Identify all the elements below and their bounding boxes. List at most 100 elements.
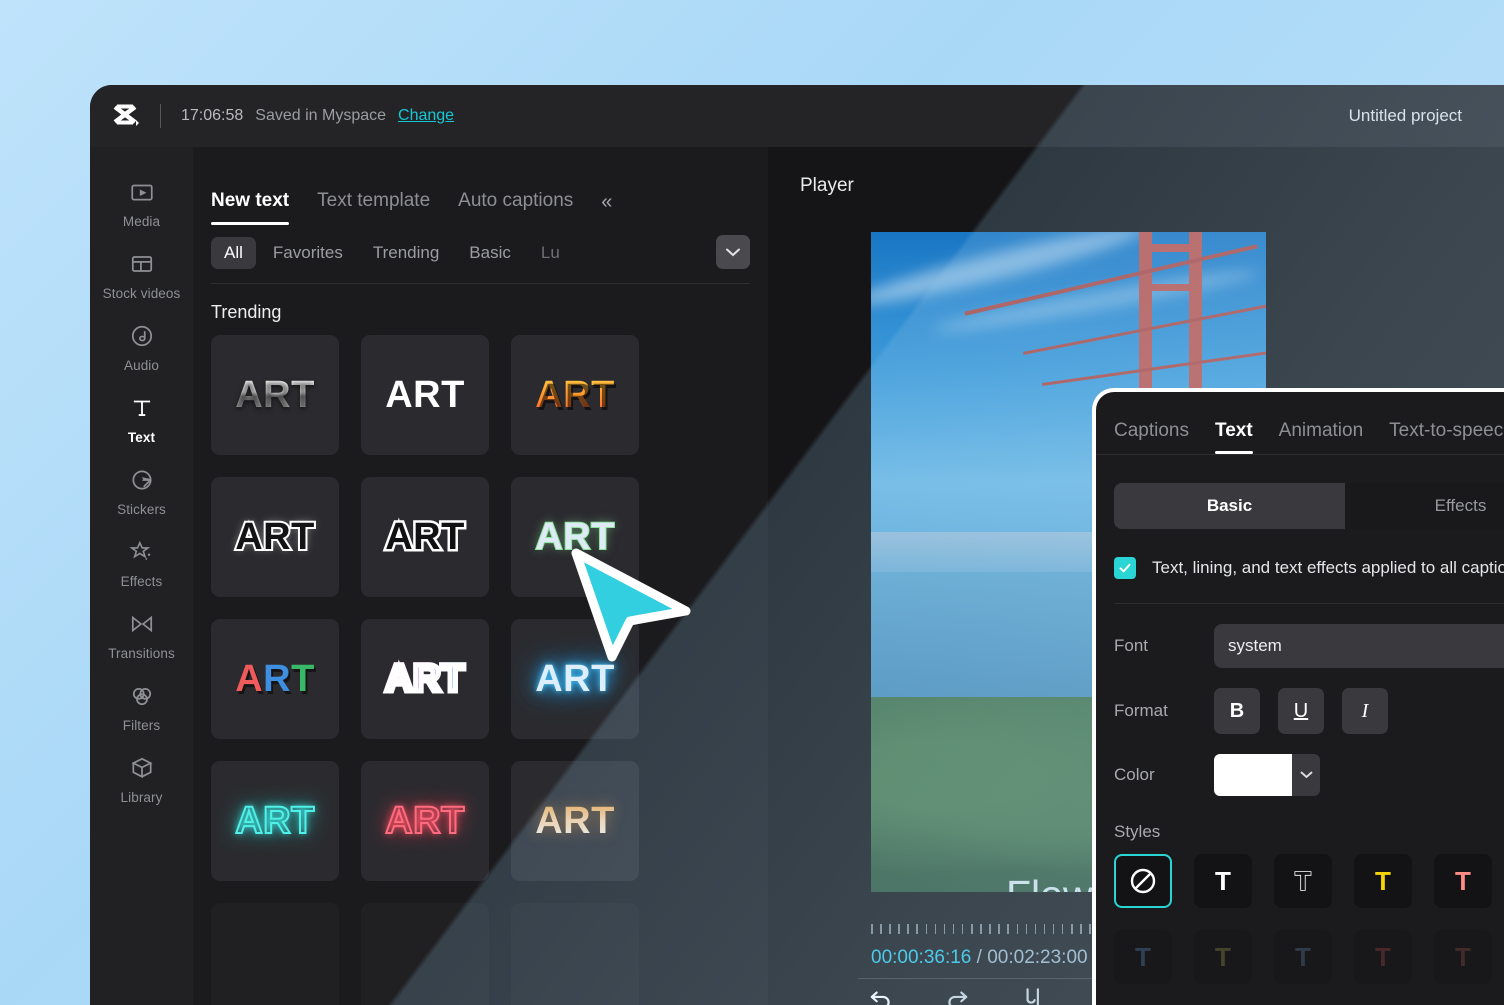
tile-label: ART — [235, 373, 315, 416]
sidebar-item-label: Filters — [122, 718, 161, 733]
text-style-tile[interactable]: ART — [511, 619, 639, 739]
text-style-tile[interactable] — [211, 903, 339, 1005]
color-swatch — [1214, 754, 1292, 797]
bold-button[interactable]: B — [1214, 688, 1260, 735]
styles-label: Styles — [1114, 822, 1161, 842]
color-row: Color — [1096, 734, 1504, 797]
chip-trending[interactable]: Trending — [360, 237, 452, 269]
style-none-button[interactable] — [1114, 854, 1172, 909]
undo-icon[interactable] — [868, 985, 894, 1005]
font-row: Font system — [1096, 604, 1504, 669]
style-button[interactable]: T — [1114, 930, 1172, 985]
chip-favorites[interactable]: Favorites — [260, 237, 356, 269]
tile-label: ART — [535, 657, 615, 700]
style-button[interactable]: T — [1434, 854, 1492, 909]
sidebar-item-filters[interactable]: Filters — [90, 671, 193, 743]
text-style-tile[interactable]: ART — [211, 761, 339, 881]
chevron-down-glyph — [726, 248, 740, 256]
apply-all-checkbox[interactable] — [1114, 557, 1136, 579]
chip-basic[interactable]: Basic — [456, 237, 524, 269]
tile-label: ART — [535, 373, 615, 416]
app-window: 17:06:58 Saved in Myspace Change Untitle… — [90, 85, 1504, 1005]
tab-animation[interactable]: Animation — [1279, 420, 1364, 454]
sidebar-item-stock-videos[interactable]: Stock videos — [90, 239, 193, 311]
text-style-tile[interactable]: ART — [511, 477, 639, 597]
filters-icon — [132, 687, 151, 706]
style-button[interactable]: T — [1354, 930, 1412, 985]
sidebar-item-label: Audio — [123, 358, 160, 373]
timecode-display: 00:00:36:16 / 00:02:23:00 — [871, 947, 1088, 969]
tile-label: ART — [234, 799, 315, 843]
bold-glyph: B — [1229, 699, 1245, 722]
segment-basic[interactable]: Basic — [1114, 483, 1345, 529]
text-style-tile[interactable]: ART — [361, 477, 489, 597]
style-button[interactable]: T — [1194, 854, 1252, 909]
sidebar-item-audio[interactable]: Audio — [90, 311, 193, 383]
style-button[interactable]: T — [1274, 854, 1332, 909]
tab-text-template[interactable]: Text template — [317, 190, 430, 225]
text-style-tile[interactable]: ART — [211, 477, 339, 597]
saved-location-label: Saved in Myspace — [255, 107, 387, 124]
text-style-tile[interactable]: ART — [511, 335, 639, 455]
double-chevron-left-icon[interactable]: « — [601, 191, 612, 225]
style-glyph: T — [1455, 941, 1471, 972]
tile-label: ART — [383, 513, 467, 560]
capcut-logo-icon[interactable] — [90, 103, 160, 129]
change-location-link[interactable]: Change — [398, 107, 454, 125]
sidebar-item-media[interactable]: Media — [90, 167, 193, 239]
style-button[interactable]: T — [1354, 854, 1412, 909]
library-icon — [130, 757, 153, 779]
chevron-down-icon[interactable] — [716, 235, 750, 269]
style-glyph: T — [1455, 865, 1471, 896]
text-style-tile[interactable] — [361, 903, 489, 1005]
tile-label: ART — [534, 515, 615, 559]
redo-icon[interactable] — [944, 985, 970, 1005]
sidebar-item-stickers[interactable]: Stickers — [90, 455, 193, 527]
sidebar-item-transitions[interactable]: Transitions — [90, 599, 193, 671]
text-style-tile[interactable]: ART — [211, 619, 339, 739]
font-value: system — [1228, 636, 1282, 656]
tab-new-text[interactable]: New text — [211, 190, 290, 225]
chip-all[interactable]: All — [211, 237, 256, 269]
effects-icon — [128, 540, 150, 560]
segment-effects[interactable]: Effects — [1345, 483, 1504, 529]
tab-text-to-speech[interactable]: Text-to-speech — [1389, 420, 1504, 454]
text-library-panel: New text Text template Auto captions « A… — [193, 147, 768, 1005]
inspector-tab-bar: Captions Text Animation Text-to-speech — [1096, 392, 1504, 454]
project-title[interactable]: Untitled project — [1349, 106, 1462, 126]
caption-overlay-text[interactable]: Flow — [1006, 872, 1093, 892]
style-glyph: T — [1375, 865, 1391, 896]
sidebar-item-text[interactable]: Text — [90, 383, 193, 455]
text-style-tile[interactable]: ART — [211, 335, 339, 455]
text-style-grid: ART ART ART ART ART ART ART ART ART ART … — [193, 335, 768, 1005]
font-select[interactable]: system — [1214, 624, 1504, 669]
tab-auto-captions[interactable]: Auto captions — [458, 190, 573, 225]
stock-videos-icon — [131, 256, 152, 272]
style-glyph: T — [1295, 941, 1311, 972]
text-style-tile[interactable]: ART — [511, 761, 639, 881]
media-icon — [130, 184, 153, 201]
text-style-tile[interactable]: ART — [361, 619, 489, 739]
italic-glyph: I — [1361, 699, 1369, 722]
style-button[interactable]: T — [1434, 930, 1492, 985]
text-icon — [133, 400, 150, 416]
chip-luminous[interactable]: Lu — [528, 237, 573, 269]
text-style-tile[interactable]: ART — [361, 761, 489, 881]
tab-captions[interactable]: Captions — [1114, 420, 1189, 454]
styles-grid: T T T T T T — [1096, 854, 1504, 909]
italic-button[interactable]: I — [1342, 688, 1388, 735]
tab-text[interactable]: Text — [1215, 420, 1253, 454]
tile-label: ART — [383, 374, 466, 424]
sidebar-item-effects[interactable]: Effects — [90, 527, 193, 599]
text-style-tile[interactable] — [511, 903, 639, 1005]
style-button[interactable]: T — [1274, 930, 1332, 985]
style-button[interactable]: T — [1194, 930, 1252, 985]
color-picker[interactable] — [1214, 754, 1320, 797]
text-style-tile[interactable]: ART — [361, 335, 489, 455]
text-inspector-panel: Captions Text Animation Text-to-speech B… — [1092, 388, 1504, 1005]
underline-button[interactable]: U — [1278, 688, 1324, 735]
tile-label: ART — [383, 655, 467, 702]
autosave-time: 17:06:58 — [181, 107, 244, 124]
split-icon[interactable] — [1020, 985, 1046, 1005]
sidebar-item-library[interactable]: Library — [90, 743, 193, 815]
